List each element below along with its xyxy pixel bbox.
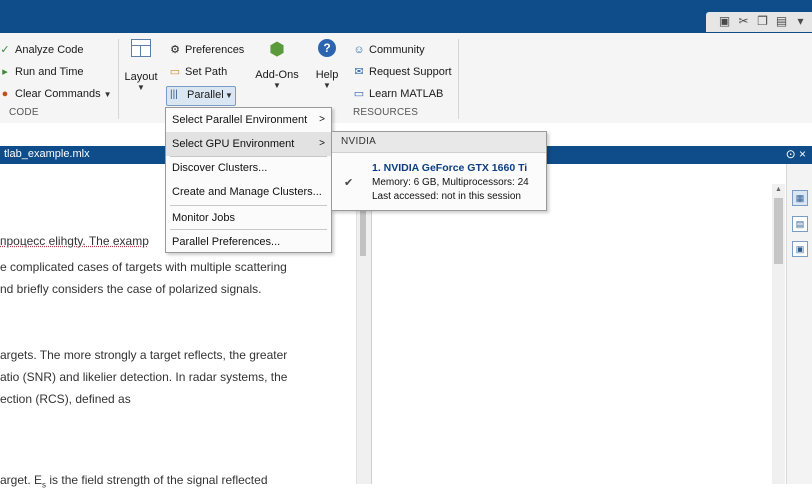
menu-item-select-gpu-environment[interactable]: Select GPU Environment > [166,132,331,156]
help-icon: ? [318,39,336,57]
editor-line: arget. Es is the field strength of the s… [0,473,268,489]
gpu-environment-submenu: NVIDIA ✔ 1. NVIDIA GeForce GTX 1660 Ti M… [331,131,547,211]
community-icon: ☺ [353,44,365,56]
clear-commands-icon: ● [1,88,9,100]
folder-icon: ▭ [169,66,181,78]
request-support-icon: ✉ [354,66,364,78]
menu-item-monitor-jobs[interactable]: Monitor Jobs [166,206,331,230]
paste-icon[interactable]: ▤ [775,15,788,28]
parallel-button[interactable]: ||| Parallel ▼ [166,86,236,106]
cut-icon[interactable]: ✂ [737,15,750,28]
copy-icon[interactable]: ❐ [756,15,769,28]
scroll-up-icon[interactable]: ▲ [775,186,782,193]
tab-controls[interactable]: ⊙ × [786,147,806,161]
request-support-button[interactable]: ✉ Request Support [352,63,451,81]
chevron-right-icon: > [319,138,325,149]
chevron-down-icon: ▼ [137,83,145,92]
hide-code-icon[interactable]: ▣ [792,241,808,257]
output-right-icon[interactable]: ▤ [792,216,808,232]
gpu-last-accessed: Last accessed: not in this session [372,191,521,202]
analyze-code-button[interactable]: ✓ Analyze Code [0,41,83,59]
gear-icon: ⚙ [170,44,180,56]
chevron-down-icon: ▼ [225,91,233,100]
run-and-time-icon: ▸ [2,66,8,78]
output-pane [372,164,770,484]
community-button[interactable]: ☺ Community [352,41,424,59]
title-bar [0,0,812,33]
output-scrollbar-thumb[interactable] [774,198,783,264]
resources-group-label: RESOURCES [353,107,419,118]
dropdown-icon[interactable]: ▾ [794,15,807,28]
output-inline-icon[interactable]: ▦ [792,190,808,206]
editor-line: argets. The more strongly a target refle… [0,348,288,362]
menu-item-discover-clusters[interactable]: Discover Clusters... [166,156,331,180]
add-ons-icon: ⬢ [269,39,285,59]
gpu-device-item[interactable]: ✔ 1. NVIDIA GeForce GTX 1660 Ti Memory: … [332,153,546,209]
parallel-icon: ||| [170,89,178,100]
clear-commands-button[interactable]: ● Clear Commands ▼ [0,85,112,103]
gpu-device-name: 1. NVIDIA GeForce GTX 1660 Ti [372,162,528,174]
menu-item-select-parallel-environment[interactable]: Select Parallel Environment > [166,108,331,132]
layout-icon [131,39,151,57]
code-group-label: CODE [9,107,39,118]
layout-button[interactable]: Layout ▼ [122,39,160,92]
gpu-device-memory: Memory: 6 GB, Multiprocessors: 24 [372,177,529,188]
learn-matlab-icon: ▭ [353,88,365,100]
checkmark-icon: ✔ [344,177,354,189]
preferences-button[interactable]: ⚙ Preferences [168,41,244,59]
quick-access-toolbar: ▣ ✂ ❐ ▤ ▾ [706,12,812,32]
learn-matlab-button[interactable]: ▭ Learn MATLAB [352,85,444,103]
editor-line: ection (RCS), defined as [0,392,131,406]
analyze-code-icon: ✓ [0,44,10,56]
set-path-button[interactable]: ▭ Set Path [168,63,227,81]
ribbon-separator [458,39,459,119]
chevron-down-icon: ▼ [323,81,331,90]
editor-line: процесс elihgty. The examp [0,234,149,248]
ribbon: ✓ Analyze Code ▸ Run and Time ● Clear Comma… [0,33,812,124]
parallel-menu: Select Parallel Environment > Select GPU … [165,107,332,253]
view-toggle-panel [786,164,812,484]
editor-line: atio (SNR) and likelier detection. In ra… [0,370,288,384]
save-icon[interactable]: ▣ [718,15,731,28]
add-ons-button[interactable]: ⬢ Add-Ons ▼ [250,39,304,90]
chevron-down-icon: ▼ [273,81,281,90]
menu-item-parallel-preferences[interactable]: Parallel Preferences... [166,230,331,254]
chevron-right-icon: > [319,114,325,125]
run-and-time-button[interactable]: ▸ Run and Time [0,63,83,81]
editor-line: nd briefly considers the case of polariz… [0,282,262,296]
editor-tab-title[interactable]: tlab_example.mlx [4,148,90,160]
chevron-down-icon: ▼ [103,90,112,99]
gpu-vendor-header: NVIDIA [332,132,546,153]
menu-item-create-manage-clusters[interactable]: Create and Manage Clusters... [166,180,331,204]
editor-line: e complicated cases of targets with mult… [0,260,287,274]
help-button[interactable]: ? Help ▼ [311,39,343,90]
ribbon-separator [118,39,119,119]
